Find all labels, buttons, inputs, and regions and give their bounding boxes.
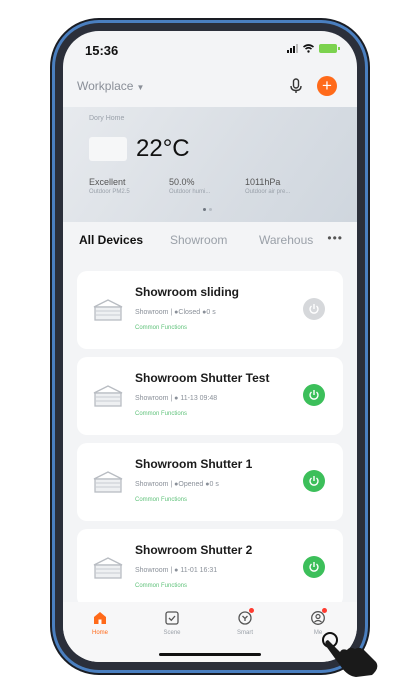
metric-label: Outdoor air pre... bbox=[245, 189, 291, 195]
metric-value: 1011hPa bbox=[245, 177, 281, 187]
tab-warehouse[interactable]: Warehous bbox=[259, 233, 313, 247]
tab-all-devices[interactable]: All Devices bbox=[79, 233, 143, 247]
device-name: Showroom sliding bbox=[135, 285, 239, 299]
power-icon bbox=[309, 390, 319, 400]
room-tabs: All Devices Showroom Warehous ••• bbox=[79, 231, 347, 253]
tabbar-label: Smart bbox=[236, 630, 253, 636]
device-card[interactable]: Showroom Shutter Test Showroom | ● 11-13… bbox=[77, 357, 343, 435]
wifi-icon bbox=[303, 43, 314, 53]
device-functions-link[interactable]: Common Functions bbox=[135, 325, 187, 331]
tap-hand-icon bbox=[322, 632, 378, 677]
bottom-tab-bar: Home Scene Smart Me bbox=[63, 602, 357, 662]
device-status: Showroom | ● 11-01 16:31 bbox=[135, 567, 218, 574]
device-name: Showroom Shutter 2 bbox=[135, 543, 253, 557]
device-status: Showroom | ●Closed ●0 s bbox=[135, 309, 216, 316]
shutter-icon bbox=[93, 385, 123, 407]
device-status: Showroom | ● 11-13 09:48 bbox=[135, 395, 218, 402]
device-name: Showroom Shutter 1 bbox=[135, 457, 253, 471]
power-button[interactable] bbox=[303, 384, 325, 406]
device-card[interactable]: Showroom sliding Showroom | ●Closed ●0 s… bbox=[77, 271, 343, 349]
power-icon bbox=[309, 562, 319, 572]
notification-dot bbox=[249, 608, 254, 613]
status-time: 15:36 bbox=[85, 43, 119, 58]
scene-icon bbox=[164, 610, 180, 626]
tabbar-home[interactable]: Home bbox=[80, 610, 120, 636]
home-indicator bbox=[159, 653, 261, 656]
device-status: Showroom | ●Opened ●0 s bbox=[135, 481, 219, 488]
power-button[interactable] bbox=[303, 556, 325, 578]
tabbar-label: Scene bbox=[163, 630, 181, 636]
smart-icon bbox=[237, 608, 254, 626]
device-card[interactable]: Showroom Shutter 1 Showroom | ●Opened ●0… bbox=[77, 443, 343, 521]
chevron-down-icon: ▼ bbox=[136, 83, 145, 92]
metric-label: Outdoor PM2.5 bbox=[89, 189, 130, 195]
add-device-button[interactable]: + bbox=[317, 76, 337, 96]
status-bar: 15:36 bbox=[63, 31, 357, 71]
shutter-icon bbox=[93, 299, 123, 321]
power-icon bbox=[309, 476, 319, 486]
battery-icon bbox=[319, 43, 340, 53]
metric-value: Excellent bbox=[89, 177, 126, 187]
device-card[interactable]: Showroom Shutter 2 Showroom | ● 11-01 16… bbox=[77, 529, 343, 607]
top-bar: Workplace ▼ + bbox=[77, 75, 343, 99]
device-functions-link[interactable]: Common Functions bbox=[135, 411, 187, 417]
status-icons bbox=[287, 43, 340, 53]
device-functions-link[interactable]: Common Functions bbox=[135, 497, 187, 503]
shutter-icon bbox=[93, 471, 123, 493]
power-button[interactable] bbox=[303, 298, 325, 320]
metric-pm25: Excellent Outdoor PM2.5 bbox=[89, 177, 130, 195]
weather-icon bbox=[89, 137, 127, 161]
tabbar-label: Home bbox=[91, 630, 108, 636]
more-icon[interactable]: ••• bbox=[327, 231, 343, 245]
tabbar-scene[interactable]: Scene bbox=[152, 610, 192, 636]
power-button[interactable] bbox=[303, 470, 325, 492]
app-screen: 15:36 Workplace ▼ + Dory Home 22°C Excel… bbox=[63, 31, 357, 662]
notification-dot bbox=[322, 608, 327, 613]
microphone-icon[interactable] bbox=[287, 77, 305, 95]
tabbar-smart[interactable]: Smart bbox=[225, 608, 265, 636]
power-icon bbox=[309, 304, 319, 314]
home-name-label: Workplace bbox=[77, 79, 134, 93]
signal-icon bbox=[287, 43, 298, 53]
temperature: 22°C bbox=[136, 135, 190, 162]
device-functions-link[interactable]: Common Functions bbox=[135, 583, 187, 589]
device-name: Showroom Shutter Test bbox=[135, 371, 270, 385]
metric-label: Outdoor humi... bbox=[169, 189, 211, 195]
me-icon bbox=[310, 608, 327, 626]
metric-pressure: 1011hPa Outdoor air pre... bbox=[245, 177, 290, 195]
weather-location: Dory Home bbox=[89, 115, 125, 122]
shutter-icon bbox=[93, 557, 123, 579]
page-indicator bbox=[203, 208, 212, 211]
home-selector[interactable]: Workplace ▼ bbox=[77, 79, 144, 93]
tab-showroom[interactable]: Showroom bbox=[170, 233, 227, 247]
metric-value: 50.0% bbox=[169, 177, 195, 187]
metric-humidity: 50.0% Outdoor humi... bbox=[169, 177, 210, 195]
home-icon bbox=[92, 610, 108, 626]
weather-card[interactable]: Dory Home 22°C Excellent Outdoor PM2.5 5… bbox=[63, 107, 357, 222]
